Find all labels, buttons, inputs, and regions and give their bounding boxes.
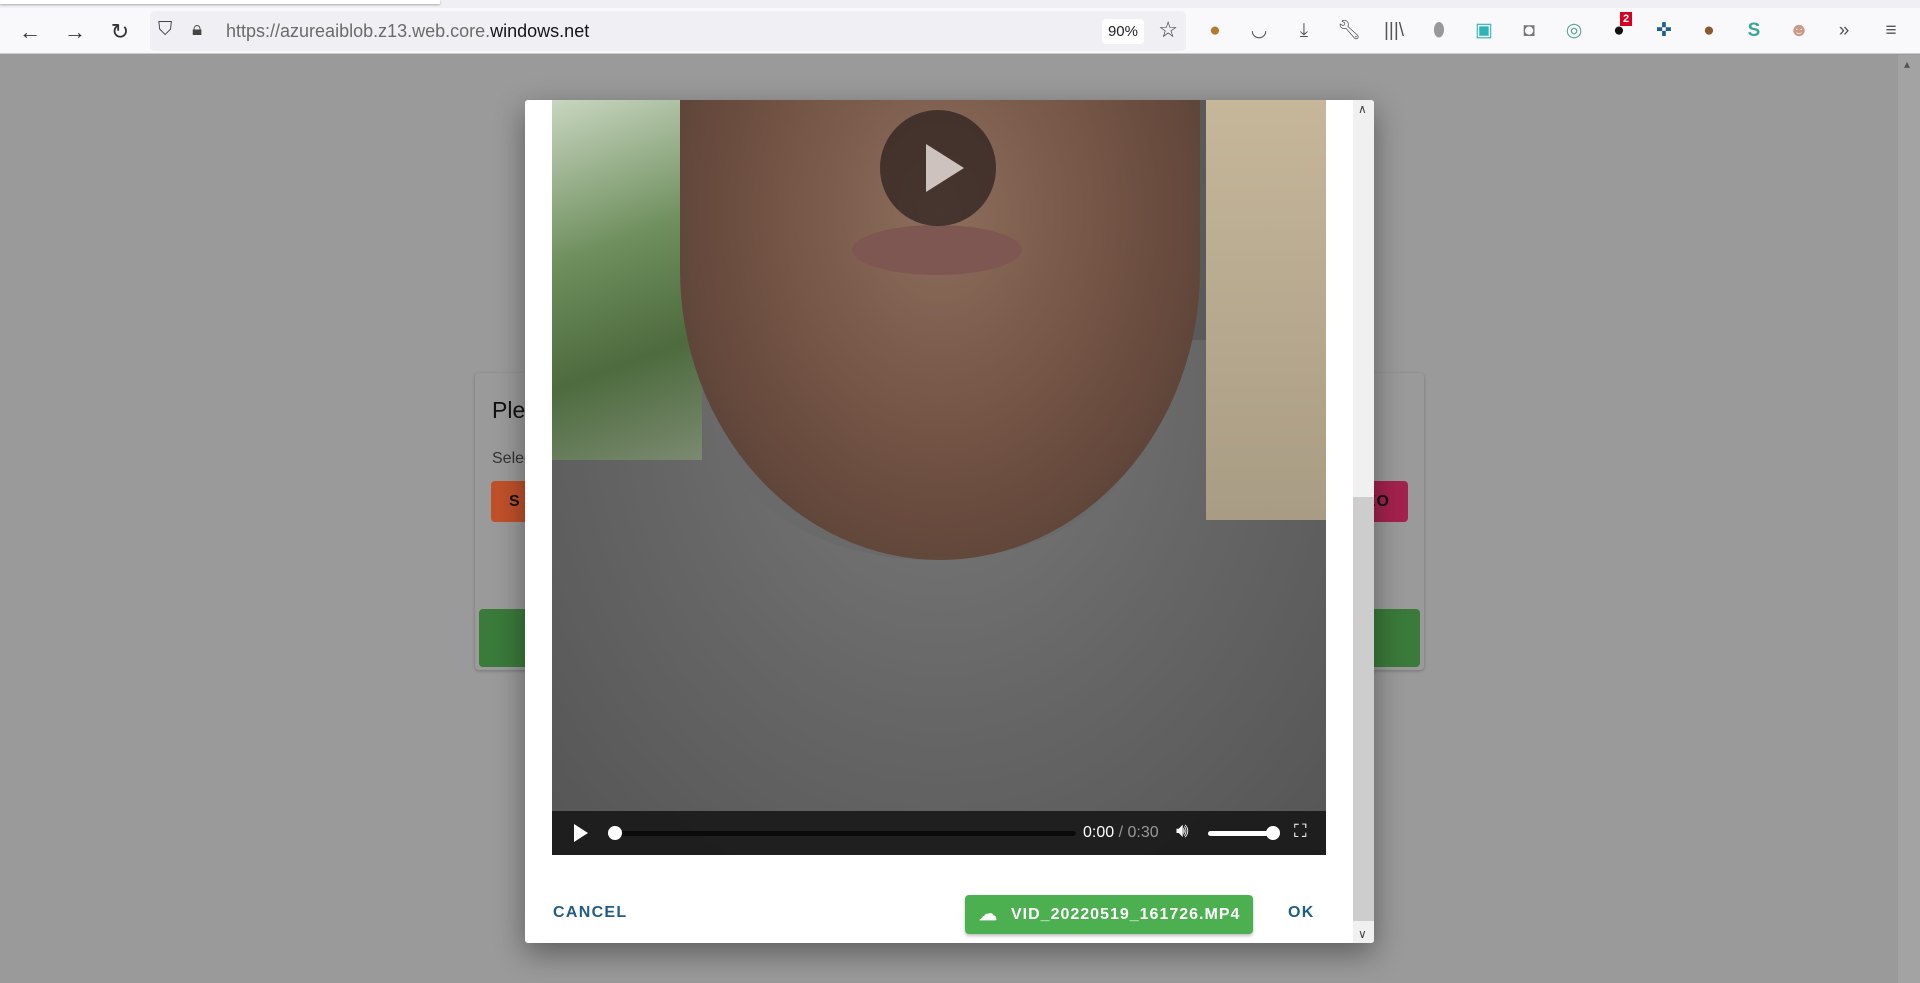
reload-icon[interactable]: ↻ bbox=[106, 18, 134, 46]
play-icon[interactable] bbox=[574, 824, 588, 842]
ok-button[interactable]: OK bbox=[1288, 904, 1315, 922]
download-icon[interactable]: ⤓ bbox=[1291, 18, 1317, 44]
circle-extension-icon[interactable]: ◎ bbox=[1561, 18, 1587, 44]
tab-strip bbox=[0, 0, 1920, 8]
video-frame-wall bbox=[1206, 100, 1326, 520]
fullscreen-icon[interactable]: ⛶ bbox=[1294, 821, 1307, 842]
active-tab[interactable] bbox=[0, 0, 440, 4]
zoom-level[interactable]: 90% bbox=[1101, 19, 1144, 44]
avatar-extension-icon[interactable]: ☻ bbox=[1786, 18, 1812, 44]
file-name: VID_20220519_161726.MP4 bbox=[1011, 906, 1241, 923]
video-player[interactable]: 0:00 / 0:30 🔊︎ ⛶ bbox=[552, 100, 1326, 855]
shield-icon[interactable]: ⛉ bbox=[158, 19, 172, 41]
cancel-button[interactable]: CANCEL bbox=[553, 904, 627, 922]
cookie-icon[interactable]: ● bbox=[1696, 18, 1722, 44]
video-controls: 0:00 / 0:30 🔊︎ ⛶ bbox=[552, 811, 1326, 855]
page-scrollbar[interactable]: ▴ bbox=[1898, 55, 1920, 983]
forward-icon[interactable]: → bbox=[61, 18, 89, 46]
volume-slider[interactable] bbox=[1208, 826, 1280, 840]
pocket-icon[interactable]: ◡ bbox=[1246, 18, 1272, 44]
overlay-play-button[interactable] bbox=[880, 110, 996, 226]
url-bar[interactable]: ⛉ 🔒︎ https://azureaiblob.z13.web.core.wi… bbox=[150, 11, 1186, 51]
scrollbar-thumb[interactable] bbox=[1353, 497, 1374, 921]
volume-icon[interactable]: 🔊︎ bbox=[1176, 820, 1189, 843]
scroll-up-icon[interactable]: ∧ bbox=[1358, 102, 1367, 116]
s-extension-icon[interactable]: S bbox=[1741, 18, 1767, 44]
scroll-down-icon[interactable]: ∨ bbox=[1358, 927, 1367, 941]
volume-thumb[interactable] bbox=[1266, 826, 1280, 840]
lock-icon[interactable]: 🔒︎ bbox=[192, 19, 202, 41]
menu-icon[interactable]: ≡ bbox=[1878, 18, 1904, 44]
upload-file-button[interactable]: ☁ VID_20220519_161726.MP4 bbox=[965, 895, 1253, 934]
cross-extension-icon[interactable]: ✜ bbox=[1651, 18, 1677, 44]
notification-badge: 2 bbox=[1620, 12, 1633, 26]
url-prefix: https://azureaiblob.z13.web.core. bbox=[226, 21, 491, 41]
time-display: 0:00 / 0:30 bbox=[1083, 824, 1159, 842]
dog-extension-icon[interactable]: ● bbox=[1202, 18, 1228, 44]
url-domain: windows.net bbox=[490, 21, 590, 41]
seek-slider[interactable] bbox=[608, 826, 1076, 840]
video-frame-lips bbox=[852, 225, 1022, 275]
seek-thumb[interactable] bbox=[608, 826, 622, 840]
url-text[interactable]: https://azureaiblob.z13.web.core.windows… bbox=[226, 21, 589, 42]
video-dialog: 0:00 / 0:30 🔊︎ ⛶ ∧ ∨ CANCEL ☁ VID_2022051… bbox=[525, 100, 1374, 943]
scroll-up-icon[interactable]: ▴ bbox=[1904, 57, 1910, 71]
save-icon[interactable]: ▣ bbox=[1471, 18, 1497, 44]
bird-extension-icon[interactable]: ● 2 bbox=[1606, 12, 1633, 44]
duration: 0:30 bbox=[1127, 824, 1159, 841]
card-title: Ple bbox=[492, 397, 526, 423]
cloud-upload-icon: ☁ bbox=[979, 904, 998, 924]
current-time: 0:00 bbox=[1083, 824, 1115, 841]
browser-toolbar: ← → ↻ ⛉ 🔒︎ https://azureaiblob.z13.web.c… bbox=[0, 8, 1920, 54]
dialog-scrollbar[interactable]: ∧ ∨ bbox=[1353, 100, 1374, 943]
tab-icon[interactable]: ◘ bbox=[1516, 18, 1542, 44]
gray-shield-icon[interactable]: ⬮ bbox=[1426, 18, 1452, 44]
time-separator: / bbox=[1114, 824, 1128, 841]
star-icon[interactable]: ☆ bbox=[1158, 17, 1178, 43]
wrench-icon[interactable]: 🔧︎ bbox=[1336, 18, 1362, 44]
overflow-icon[interactable]: » bbox=[1831, 18, 1857, 44]
library-icon[interactable]: |||\ bbox=[1381, 18, 1407, 44]
back-icon[interactable]: ← bbox=[16, 18, 44, 46]
